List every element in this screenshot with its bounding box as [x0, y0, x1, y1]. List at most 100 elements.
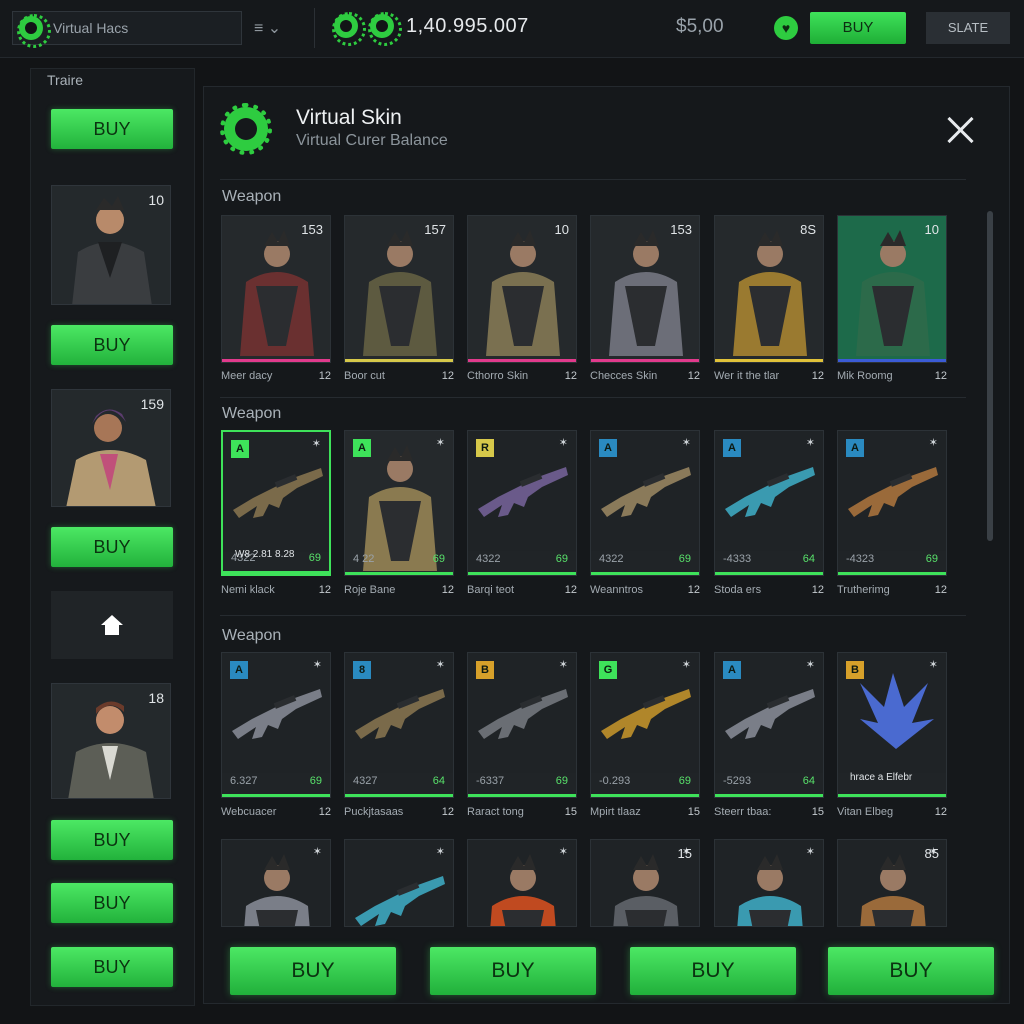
rarity-bar — [838, 572, 946, 575]
coin-icon — [368, 12, 402, 46]
rarity-tag: B — [846, 661, 864, 679]
rarity-bar — [345, 794, 453, 797]
star-icon[interactable]: ✶ — [682, 436, 691, 449]
skin-name: Meer dacy — [221, 370, 273, 382]
home-button[interactable] — [51, 591, 173, 659]
weapon-count: 15 — [564, 806, 577, 818]
sidebar-buy-button[interactable]: BUY — [51, 820, 173, 860]
rarity-tag: G — [599, 661, 617, 679]
weapon-card[interactable]: A ✶ -4323 69 — [837, 430, 947, 576]
star-icon[interactable]: ✶ — [929, 436, 938, 449]
star-icon[interactable]: ✶ — [436, 436, 445, 449]
item-stat: 69 — [678, 775, 691, 787]
rarity-bar — [591, 359, 699, 362]
sidebar-buy-button[interactable]: BUY — [51, 527, 173, 567]
rarity-tag: 8 — [353, 661, 371, 679]
star-icon[interactable]: ✶ — [806, 845, 815, 858]
star-icon[interactable]: ✶ — [312, 437, 321, 450]
weapon-count: 15 — [687, 806, 700, 818]
weapon-card[interactable]: B ✶ -6337 69 — [467, 652, 577, 798]
item-stat: 69 — [308, 552, 321, 564]
favorite-icon[interactable]: ♥ — [774, 16, 798, 40]
sidebar-buy-button[interactable]: BUY — [51, 883, 173, 923]
skin-card[interactable]: 10 — [467, 215, 577, 363]
weapon-card[interactable]: 8 ✶ 4327 64 — [344, 652, 454, 798]
search-input[interactable]: Virtual Hacs — [12, 11, 242, 48]
star-icon[interactable]: ✶ — [559, 436, 568, 449]
rarity-bar — [222, 359, 330, 362]
bottom-buy-button[interactable]: BUY — [230, 947, 396, 995]
star-icon[interactable]: ✶ — [929, 658, 938, 671]
item-stat: 69 — [678, 553, 691, 565]
weapon-name: Weanntros — [590, 584, 643, 596]
scrollbar[interactable] — [987, 211, 993, 541]
character-image — [468, 216, 576, 361]
item-stat: 64 — [802, 775, 815, 787]
weapon-name: Raract tong — [467, 806, 524, 818]
star-icon[interactable]: ✶ — [436, 658, 445, 671]
weapon-count: 12 — [441, 584, 454, 596]
weapon-card[interactable]: A ✶ -5293 64 — [714, 652, 824, 798]
panel-logo — [220, 103, 272, 155]
balance-value: 1,40.995.007 — [406, 14, 529, 37]
weapon-label: Raract tong 15 — [467, 806, 577, 818]
item-card[interactable]: ✶ 85 — [837, 839, 947, 927]
divider — [220, 615, 966, 616]
star-icon[interactable]: ✶ — [806, 658, 815, 671]
weapon-card[interactable]: R ✶ 4322 69 — [467, 430, 577, 576]
item-value: 4322 — [476, 553, 501, 565]
weapon-card[interactable]: A ✶ 6.327 69 — [221, 652, 331, 798]
star-icon[interactable]: ✶ — [682, 658, 691, 671]
bottom-buy-button[interactable]: BUY — [828, 947, 994, 995]
weapon-card[interactable]: A ✶ 4 22 69 — [344, 430, 454, 576]
character-image — [838, 216, 946, 361]
weapon-label: Webcuacer 12 — [221, 806, 331, 818]
top-bar: Virtual Hacs ≡ ⌄ 1,40.995.007 $5,00 ♥ BU… — [0, 0, 1024, 58]
weapon-card[interactable]: G ✶ -0.293 69 — [590, 652, 700, 798]
item-card[interactable]: ✶ — [344, 839, 454, 927]
weapon-card[interactable]: A ✶ 4322 69 — [590, 430, 700, 576]
sidebar-character-card[interactable]: 10 — [51, 185, 171, 305]
close-icon[interactable] — [942, 111, 978, 147]
skin-card[interactable]: 10 — [837, 215, 947, 363]
weapon-count: 12 — [564, 584, 577, 596]
star-icon[interactable]: ✶ — [436, 845, 445, 858]
item-card[interactable]: ✶ — [467, 839, 577, 927]
item-card[interactable]: ✶ — [221, 839, 331, 927]
weapon-label: Barqi teot 12 — [467, 584, 577, 596]
sidebar-character-card[interactable]: 18 — [51, 683, 171, 799]
item-card[interactable]: ✶ 15 — [590, 839, 700, 927]
item-count: 10 — [924, 222, 939, 237]
weapon-card[interactable]: A ✶ 4322 69 W8 2.81 8.28 — [221, 430, 331, 576]
slate-button[interactable]: SLATE — [926, 12, 1010, 44]
sidebar-character-card[interactable]: 159 — [51, 389, 171, 507]
star-icon[interactable]: ✶ — [806, 436, 815, 449]
sidebar-buy-button[interactable]: BUY — [51, 947, 173, 987]
weapon-count: 12 — [811, 584, 824, 596]
item-caption: hrace a Elfebr — [850, 772, 913, 783]
star-icon[interactable]: ✶ — [559, 658, 568, 671]
top-buy-button[interactable]: BUY — [810, 12, 906, 44]
character-image — [345, 216, 453, 361]
skin-card[interactable]: 153 — [590, 215, 700, 363]
sidebar-buy-button[interactable]: BUY — [51, 109, 173, 149]
item-card[interactable]: ✶ — [714, 839, 824, 927]
search-value: Virtual Hacs — [53, 20, 129, 36]
star-icon[interactable]: ✶ — [313, 658, 322, 671]
bottom-buy-button[interactable]: BUY — [630, 947, 796, 995]
bottom-buy-button[interactable]: BUY — [430, 947, 596, 995]
skin-card[interactable]: 8S — [714, 215, 824, 363]
weapon-card[interactable]: A ✶ -4333 64 — [714, 430, 824, 576]
rarity-bar — [715, 572, 823, 575]
skin-card[interactable]: 153 — [221, 215, 331, 363]
weapon-count: 12 — [934, 584, 947, 596]
menu-dropdown-icon[interactable]: ≡ ⌄ — [254, 18, 281, 38]
star-icon[interactable]: ✶ — [313, 845, 322, 858]
star-icon[interactable]: ✶ — [559, 845, 568, 858]
weapon-count: 12 — [687, 584, 700, 596]
item-value: -0.293 — [599, 775, 631, 787]
skin-count: 12 — [934, 370, 947, 382]
sidebar-buy-button[interactable]: BUY — [51, 325, 173, 365]
weapon-card[interactable]: B ✶ hrace a Elfebr — [837, 652, 947, 798]
skin-card[interactable]: 157 — [344, 215, 454, 363]
